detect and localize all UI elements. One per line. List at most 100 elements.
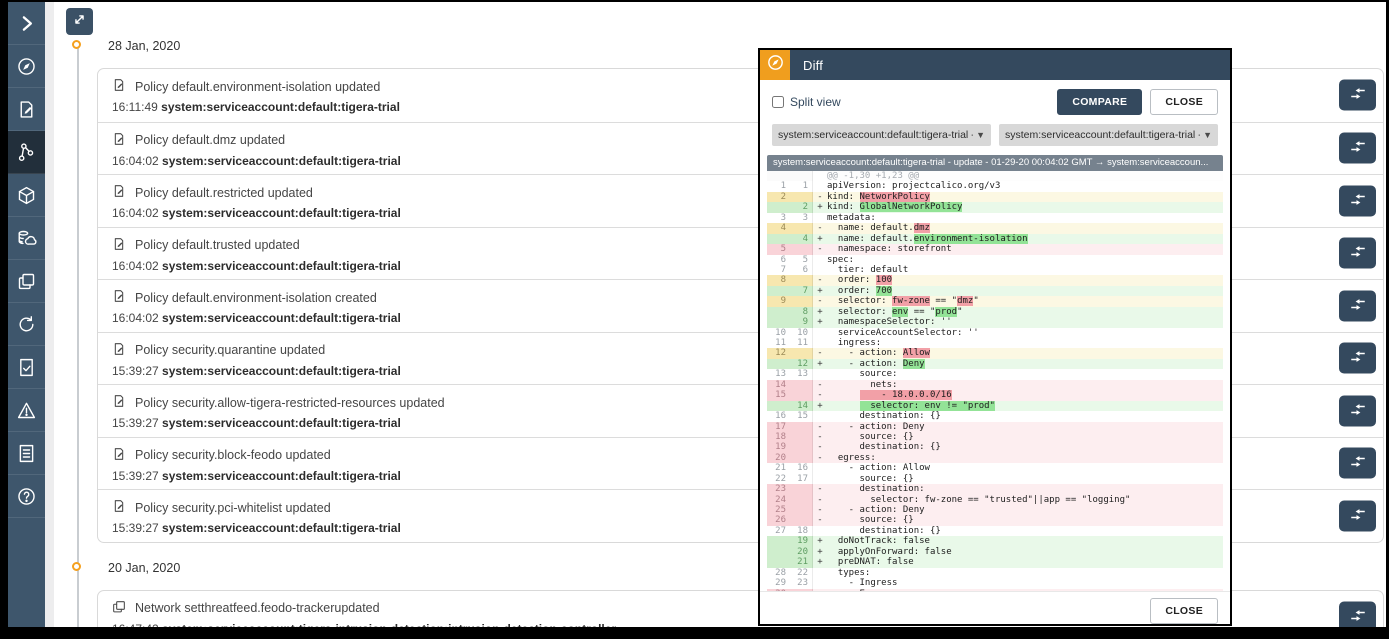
event-time: 15:39:27 bbox=[112, 416, 162, 430]
sidebar-item-timeline[interactable] bbox=[8, 131, 45, 174]
diff-change-marker bbox=[813, 474, 827, 484]
diff-new-line-number bbox=[790, 390, 813, 400]
event-title: Policy default.environment-isolation cre… bbox=[135, 291, 377, 305]
diff-new-line-number bbox=[790, 442, 813, 452]
diff-line-content: nets: bbox=[827, 380, 1223, 390]
diff-change-marker: - bbox=[813, 515, 827, 525]
diff-new-line-number bbox=[790, 348, 813, 358]
diff-new-line-number bbox=[790, 223, 813, 233]
open-diff-button[interactable] bbox=[1339, 185, 1376, 216]
open-diff-button[interactable] bbox=[1339, 448, 1376, 479]
split-view-label: Split view bbox=[790, 95, 841, 109]
open-diff-button[interactable] bbox=[1339, 80, 1376, 111]
diff-modal-header: Diff bbox=[760, 50, 1230, 80]
diff-line-content: - Ingress bbox=[827, 578, 1223, 588]
diff-change-marker bbox=[813, 255, 827, 265]
diff-line-content: egress: bbox=[827, 453, 1223, 463]
diff-line-content: selector: env == "prod" bbox=[827, 307, 1223, 317]
timeline-date-marker bbox=[72, 562, 81, 571]
diff-old-line-number bbox=[767, 234, 790, 244]
diff-line-content: destination: bbox=[827, 484, 1223, 494]
diff-new-line-number: 17 bbox=[790, 474, 813, 484]
diff-change-marker: + bbox=[813, 557, 827, 567]
event-time: 15:39:27 bbox=[112, 521, 162, 535]
diff-row: 2116 - action: Allow bbox=[767, 463, 1223, 473]
diff-change-marker bbox=[813, 526, 827, 536]
diff-line-content: - action: Deny bbox=[827, 505, 1223, 515]
close-button-bottom[interactable]: CLOSE bbox=[1150, 598, 1218, 624]
compare-button[interactable]: COMPARE bbox=[1057, 89, 1142, 115]
diff-modal: Diff Split view COMPARE CLOSE system:ser… bbox=[758, 48, 1232, 626]
split-view-toggle[interactable]: Split view bbox=[772, 95, 841, 109]
network-graph-icon bbox=[16, 142, 37, 163]
compare-arrows-icon bbox=[1349, 243, 1367, 264]
diff-row: 14- nets: bbox=[767, 380, 1223, 390]
diff-change-marker: + bbox=[813, 401, 827, 411]
sidebar-item-reports[interactable] bbox=[8, 432, 45, 475]
diff-change-marker: + bbox=[813, 286, 827, 296]
sidebar-item-network-sets[interactable] bbox=[8, 260, 45, 303]
snapshot-select-left[interactable]: system:serviceaccount:default:tigera-tri… bbox=[772, 124, 991, 146]
sidebar-item-expand-toggle[interactable] bbox=[8, 2, 45, 45]
sidebar-item-dashboard[interactable] bbox=[8, 45, 45, 88]
diff-old-line-number: 16 bbox=[767, 411, 790, 421]
close-button-top[interactable]: CLOSE bbox=[1150, 89, 1218, 115]
event-title: Policy security.block-feodo updated bbox=[135, 448, 331, 462]
diff-old-line-number bbox=[767, 202, 790, 212]
sidebar-item-policies[interactable] bbox=[8, 88, 45, 131]
sidebar-nav bbox=[8, 2, 45, 627]
layers-icon bbox=[16, 271, 37, 292]
compare-arrows-icon bbox=[1349, 190, 1367, 211]
policy-doc-icon bbox=[111, 288, 127, 307]
open-diff-button[interactable] bbox=[1339, 601, 1376, 627]
diff-line-content: destination: {} bbox=[827, 526, 1223, 536]
diff-change-marker bbox=[813, 578, 827, 588]
diff-change-marker: - bbox=[813, 348, 827, 358]
diff-old-line-number bbox=[767, 536, 790, 546]
help-icon bbox=[16, 486, 37, 507]
policy-doc-icon bbox=[111, 341, 127, 360]
sidebar-item-nodes[interactable] bbox=[8, 174, 45, 217]
open-diff-button[interactable] bbox=[1339, 290, 1376, 321]
sidebar-item-storage[interactable] bbox=[8, 217, 45, 260]
split-view-checkbox[interactable] bbox=[772, 96, 784, 108]
diff-line-content: namespaceSelector: '' bbox=[827, 317, 1223, 327]
diff-row: 24- selector: fw-zone == "trusted"||app … bbox=[767, 495, 1223, 505]
open-diff-button[interactable] bbox=[1339, 238, 1376, 269]
diff-line-content: destination: {} bbox=[827, 442, 1223, 452]
diff-change-marker: - bbox=[813, 296, 827, 306]
diff-line-content: order: 700 bbox=[827, 286, 1223, 296]
event-time: 16:04:02 bbox=[112, 311, 162, 325]
diff-row: 17- - action: Deny bbox=[767, 422, 1223, 432]
compare-arrows-icon bbox=[1349, 295, 1367, 316]
sidebar-item-refresh[interactable] bbox=[8, 303, 45, 346]
diff-new-line-number bbox=[790, 244, 813, 254]
open-diff-button[interactable] bbox=[1339, 343, 1376, 374]
snapshot-select-right[interactable]: system:serviceaccount:default:tigera-tri… bbox=[999, 124, 1218, 146]
diff-new-line-number: 5 bbox=[790, 255, 813, 265]
policy-doc-icon bbox=[111, 393, 127, 412]
diff-new-line-number bbox=[790, 422, 813, 432]
event-title: Policy security.pci-whitelist updated bbox=[135, 501, 331, 515]
open-diff-button[interactable] bbox=[1339, 500, 1376, 531]
diff-new-line-number: 3 bbox=[790, 213, 813, 223]
sidebar-item-compliance[interactable] bbox=[8, 346, 45, 389]
sidebar-item-alerts[interactable] bbox=[8, 389, 45, 432]
diff-new-line-number: 6 bbox=[790, 265, 813, 275]
event-title: Policy default.restricted updated bbox=[135, 186, 313, 200]
event-title: Policy security.quarantine updated bbox=[135, 343, 325, 357]
diff-file-header: system:serviceaccount:default:tigera-tri… bbox=[767, 155, 1223, 171]
diff-row: 25- - action: Deny bbox=[767, 505, 1223, 515]
open-diff-button[interactable] bbox=[1339, 395, 1376, 426]
diff-row: 12+ - action: Deny bbox=[767, 359, 1223, 369]
sidebar-item-help[interactable] bbox=[8, 475, 45, 518]
diff-old-line-number: 12 bbox=[767, 348, 790, 358]
diff-row: 7+ order: 700 bbox=[767, 286, 1223, 296]
diff-new-line-number: 1 bbox=[790, 181, 813, 191]
diff-row: 2822 types: bbox=[767, 568, 1223, 578]
open-diff-button[interactable] bbox=[1339, 133, 1376, 164]
diff-old-line-number: 27 bbox=[767, 526, 790, 536]
diff-line-content: name: default.dmz bbox=[827, 223, 1223, 233]
diff-old-line-number: 7 bbox=[767, 265, 790, 275]
diff-old-line-number bbox=[767, 286, 790, 296]
